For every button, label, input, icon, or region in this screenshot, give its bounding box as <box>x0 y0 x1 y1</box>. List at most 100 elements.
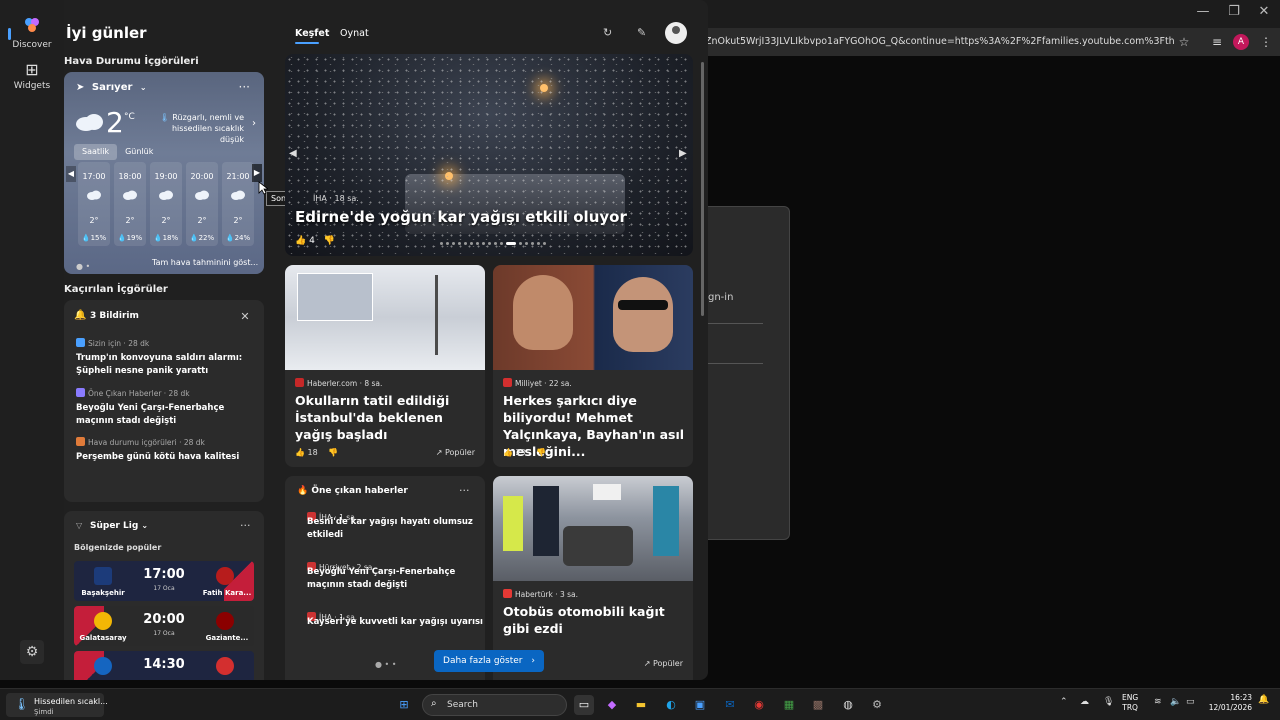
weather-widget[interactable]: ➤ Sarıyer ⌄ ··· 2 °C 🌡 Rüzgarlı, nemli v… <box>64 72 264 274</box>
hero-next-icon[interactable]: ▶ <box>679 148 687 159</box>
pager-dot[interactable] <box>446 242 449 245</box>
chrome-icon[interactable]: ◉ <box>749 695 769 715</box>
thumbs-up-icon[interactable]: 👍 <box>295 236 306 246</box>
language-indicator[interactable]: ENG TRQ <box>1122 693 1138 713</box>
store-icon[interactable]: ▣ <box>690 695 710 715</box>
prev-arrow-icon[interactable]: ◀ <box>66 166 76 182</box>
news-card[interactable]: Milliyet · 22 sa. Herkes şarkıcı diye bi… <box>493 265 693 467</box>
pager-dot[interactable] <box>488 242 491 245</box>
hero-prev-icon[interactable]: ◀ <box>289 148 297 159</box>
thumbs-down-icon[interactable]: 👎 <box>536 448 546 457</box>
volume-icon[interactable]: 🔈 <box>1170 697 1181 707</box>
match-row[interactable]: 14:30 <box>74 651 254 680</box>
rail-widgets[interactable]: ⊞ Widgets <box>0 60 64 91</box>
pager-dot[interactable] <box>494 242 497 245</box>
wifi-icon[interactable]: ≋ <box>1154 697 1162 707</box>
maximize-button[interactable]: ❐ <box>1224 4 1244 19</box>
news-source: Habertürk · 3 sa. <box>503 589 578 599</box>
taskbar-weather-text: Hissedilen sıcakl... <box>34 697 108 706</box>
pager-dot[interactable] <box>537 242 540 245</box>
hero-title[interactable]: Edirne'de yoğun kar yağışı etkili oluyor <box>295 208 627 226</box>
list-item[interactable]: Sizin için · 28 dk Trump'ın konvoyuna sa… <box>76 338 256 378</box>
pager-dot[interactable] <box>458 242 461 245</box>
minimize-button[interactable]: — <box>1193 4 1213 19</box>
pin-icon[interactable]: ✎ <box>637 26 646 39</box>
settings-icon[interactable]: ⚙ <box>867 695 887 715</box>
chevron-right-icon[interactable]: › <box>252 118 256 129</box>
chevron-up-icon[interactable]: ⌃ <box>1060 697 1068 707</box>
pager-dot[interactable] <box>482 242 485 245</box>
address-bar[interactable]: ZnOkut5WrjI33JLVLIkbvpo1aFYGOhOG_Q&conti… <box>705 30 1175 54</box>
weather-description[interactable]: 🌡 Rüzgarlı, nemli ve hissedilen sıcaklık… <box>152 112 244 145</box>
notification-icon[interactable]: 🔔 <box>1258 695 1269 705</box>
news-likes: 👍 23 👎 <box>503 448 546 457</box>
pager-dot[interactable] <box>452 242 455 245</box>
tab-oynat[interactable]: Oynat <box>340 28 369 39</box>
tab-hourly[interactable]: Saatlik <box>74 144 118 160</box>
chevron-down-icon: ⌄ <box>141 521 149 530</box>
match-row[interactable]: Galatasaray 20:00 17 Oca Gaziante... <box>74 606 254 646</box>
weather-more-icon[interactable]: ··· <box>239 80 250 94</box>
app-icon[interactable]: ◍ <box>838 695 858 715</box>
pager-dot[interactable] <box>525 242 528 245</box>
match-row[interactable]: Başakşehir 17:00 17 Oca Fatih Kara... <box>74 561 254 601</box>
scrollbar[interactable] <box>701 62 704 316</box>
tab-daily[interactable]: Günlük <box>117 144 161 160</box>
rail-discover[interactable]: Discover <box>0 16 64 50</box>
minecraft-dungeons-icon[interactable]: ▩ <box>808 695 828 715</box>
edge-icon[interactable]: ◐ <box>661 695 681 715</box>
star-icon[interactable]: ☆ <box>1174 32 1194 52</box>
clock[interactable]: 16:23 12/01/2026 <box>1206 693 1252 713</box>
thumbs-up-icon[interactable]: 👍 <box>503 448 513 457</box>
pager-dot[interactable] <box>440 242 443 245</box>
league-name[interactable]: Süper Lig ⌄ <box>90 521 148 531</box>
tab-kesfet[interactable]: Keşfet <box>295 28 329 39</box>
taskbar-weather-time: Şimdi <box>34 708 54 716</box>
close-icon[interactable]: ✕ <box>236 308 254 326</box>
start-icon[interactable]: ⊞ <box>394 695 414 715</box>
thumbs-down-icon[interactable]: 👎 <box>324 236 335 246</box>
trending-more-icon[interactable]: ··· <box>459 484 470 497</box>
news-card[interactable]: Haberler.com · 8 sa. Okulların tatil edi… <box>285 265 485 467</box>
menu-icon[interactable]: ⋮ <box>1256 32 1276 52</box>
reading-list-icon[interactable]: ≡ <box>1207 32 1227 52</box>
clock-time: 16:23 <box>1230 693 1252 702</box>
copilot-icon[interactable]: ◆ <box>602 695 622 715</box>
list-item[interactable]: Hava durumu içgörüleri · 28 dk Perşembe … <box>76 437 256 464</box>
cloud-tray-icon[interactable]: ☁ <box>1080 697 1089 707</box>
list-item[interactable]: Öne Çıkan Haberler · 28 dk Beyoğlu Yeni … <box>76 388 256 428</box>
taskbar-weather[interactable]: 🌡 Hissedilen sıcakl... Şimdi <box>6 693 108 717</box>
battery-icon[interactable]: ▭ <box>1186 697 1195 707</box>
pager-dot[interactable] <box>531 242 534 245</box>
thumbs-down-icon[interactable]: 👎 <box>328 448 338 457</box>
pager-dot[interactable] <box>470 242 473 245</box>
refresh-icon[interactable]: ↻ <box>603 26 612 39</box>
profile-avatar[interactable]: A <box>1233 34 1249 50</box>
next-arrow-icon[interactable]: ▶ <box>252 164 262 182</box>
minecraft-icon[interactable]: ▦ <box>779 695 799 715</box>
pager-dot[interactable] <box>500 242 503 245</box>
close-window-button[interactable]: ✕ <box>1254 4 1274 19</box>
settings-icon[interactable]: ⚙ <box>20 640 44 664</box>
pager-dot[interactable] <box>476 242 479 245</box>
league-more-icon[interactable]: ··· <box>240 519 251 532</box>
pager-dot[interactable] <box>464 242 467 245</box>
missed-section-title: Kaçırılan İçgörüler <box>64 284 168 295</box>
task-view-icon[interactable]: ▭ <box>574 695 594 715</box>
pager-dot[interactable] <box>543 242 546 245</box>
outlook-icon[interactable]: ✉ <box>720 695 740 715</box>
thumbs-up-icon[interactable]: 👍 <box>295 448 305 457</box>
taskbar-search[interactable]: ⌕ Search <box>422 694 567 716</box>
file-explorer-icon[interactable]: ▬ <box>631 695 651 715</box>
microphone-icon[interactable]: 🎙 <box>1103 697 1114 707</box>
user-avatar[interactable] <box>665 22 687 44</box>
full-forecast-link[interactable]: Tam hava tahminini göst... <box>152 258 258 267</box>
show-more-button[interactable]: Daha fazla göster › <box>434 650 544 672</box>
hero-story[interactable]: ◀ ▶ İHA · 18 sa. Edirne'de yoğun kar yağ… <box>285 54 693 256</box>
team-crest-icon <box>216 612 234 630</box>
pager-dot[interactable] <box>519 242 522 245</box>
rail-discover-label: Discover <box>12 40 52 50</box>
pager-dot-active[interactable] <box>506 242 516 245</box>
weather-location[interactable]: ➤ Sarıyer ⌄ <box>76 82 147 93</box>
hour-time: 20:00 <box>190 172 214 181</box>
